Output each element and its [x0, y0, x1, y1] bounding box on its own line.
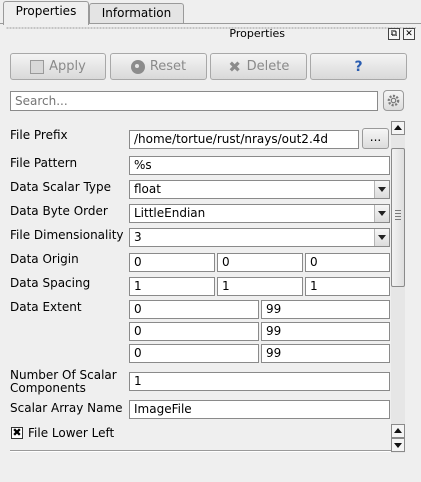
- data-origin-x-field[interactable]: 0: [129, 253, 215, 272]
- data-extent-y-min-field[interactable]: 0: [129, 322, 259, 341]
- tab-information-label: Information: [101, 6, 172, 20]
- search-input[interactable]: [10, 91, 378, 111]
- chevron-down-icon: [374, 181, 389, 198]
- data-extent-x-min-field[interactable]: 0: [129, 300, 259, 319]
- scroll-up-icon[interactable]: [391, 121, 405, 135]
- file-prefix-label: File Prefix: [10, 128, 68, 142]
- tab-information[interactable]: Information: [89, 3, 184, 24]
- file-lower-left-label: File Lower Left: [28, 426, 115, 440]
- number-of-scalar-components-field[interactable]: 1: [129, 372, 390, 391]
- number-of-scalar-components-label: Number Of Scalar Components: [10, 369, 117, 395]
- data-extent-z-min-field[interactable]: 0: [129, 344, 259, 363]
- file-lower-left-checkbox[interactable]: ✖: [11, 427, 23, 439]
- file-dimensionality-select[interactable]: 3: [129, 228, 390, 247]
- data-extent-label: Data Extent: [10, 300, 82, 314]
- delete-icon: ✖: [228, 57, 241, 76]
- file-pattern-field[interactable]: %s: [129, 156, 390, 175]
- data-spacing-z-field[interactable]: 1: [305, 277, 390, 296]
- scroll-down-icon[interactable]: [391, 438, 405, 452]
- chevron-down-icon: [374, 205, 389, 222]
- help-icon: ?: [354, 58, 363, 75]
- file-dimensionality-value: 3: [134, 230, 142, 244]
- reset-icon: [130, 59, 145, 74]
- reset-button-label: Reset: [149, 59, 187, 74]
- data-extent-y-max-field[interactable]: 99: [261, 322, 390, 341]
- data-origin-y-field[interactable]: 0: [217, 253, 303, 272]
- data-scalar-type-select[interactable]: float: [129, 180, 390, 199]
- help-button[interactable]: ?: [310, 53, 407, 80]
- data-spacing-label: Data Spacing: [10, 276, 91, 290]
- file-pattern-label: File Pattern: [10, 156, 78, 170]
- apply-button-label: Apply: [49, 59, 86, 74]
- tab-properties-label: Properties: [15, 4, 77, 18]
- tab-properties[interactable]: Properties: [3, 1, 89, 25]
- data-extent-x-max-field[interactable]: 99: [261, 300, 390, 319]
- data-origin-z-field[interactable]: 0: [305, 253, 390, 272]
- float-icon[interactable]: ⧉: [388, 28, 400, 40]
- gear-icon: [387, 94, 400, 107]
- number-of-scalar-components-label-line2: Components: [10, 381, 86, 395]
- close-icon[interactable]: ✕: [403, 28, 415, 40]
- apply-button[interactable]: Apply: [10, 53, 106, 80]
- data-origin-label: Data Origin: [10, 252, 79, 266]
- scrollbar-grip: [395, 210, 401, 220]
- reset-button[interactable]: Reset: [110, 53, 207, 80]
- data-byte-order-value: LittleEndian: [134, 206, 206, 220]
- data-byte-order-select[interactable]: LittleEndian: [129, 204, 390, 223]
- delete-button-label: Delete: [246, 59, 290, 74]
- data-extent-z-max-field[interactable]: 99: [261, 344, 390, 363]
- data-spacing-y-field[interactable]: 1: [217, 277, 303, 296]
- scroll-up-lower-icon[interactable]: [391, 424, 405, 438]
- file-dimensionality-label: File Dimensionality: [10, 228, 124, 242]
- delete-button[interactable]: ✖ Delete: [210, 53, 307, 80]
- data-scalar-type-value: float: [134, 182, 161, 196]
- section-divider: [10, 450, 391, 452]
- data-byte-order-label: Data Byte Order: [10, 204, 108, 218]
- panel-title: Properties: [229, 27, 285, 40]
- apply-icon: [30, 59, 45, 74]
- scalar-array-name-field[interactable]: ImageFile: [129, 400, 390, 419]
- file-prefix-field[interactable]: /home/tortue/rust/nrays/out2.4d: [129, 130, 359, 149]
- data-spacing-x-field[interactable]: 1: [129, 277, 215, 296]
- tab-bar: Properties Information: [0, 0, 421, 25]
- data-scalar-type-label: Data Scalar Type: [10, 180, 112, 194]
- advanced-settings-button[interactable]: [383, 90, 404, 111]
- chevron-down-icon: [374, 229, 389, 246]
- scalar-array-name-label: Scalar Array Name: [10, 401, 123, 415]
- browse-button[interactable]: ...: [362, 128, 389, 149]
